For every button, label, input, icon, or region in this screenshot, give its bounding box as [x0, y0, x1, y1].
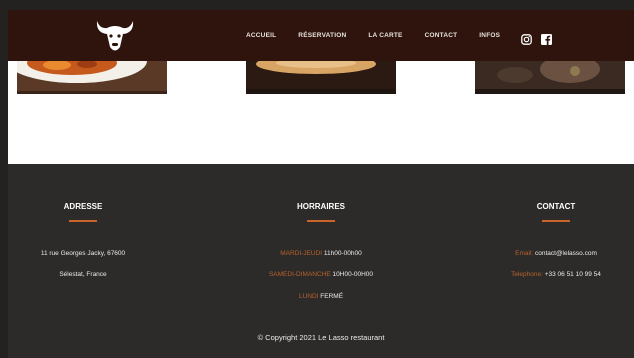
nav-infos[interactable]: INFOS [479, 32, 500, 39]
horaires-value: FERMÉ [320, 293, 344, 300]
window-frame-left [0, 0, 8, 358]
contact-phone-link[interactable]: +33 06 51 10 99 54 [545, 271, 601, 278]
contact-phone-row: Telephone: +33 06 51 10 99 54 [511, 271, 601, 278]
horaires-underline [307, 220, 335, 222]
gallery-section [8, 61, 634, 164]
site-header: ACCUEIL RÉSERVATION LA CARTE CONTACT INF… [8, 10, 634, 61]
contact-underline [542, 220, 570, 222]
nav-contact[interactable]: CONTACT [425, 32, 458, 39]
adresse-line-1: 11 rue Georges Jacky, 67600 [40, 250, 126, 257]
contact-email-label: Email: [515, 250, 534, 257]
horaires-label: LUNDI [298, 293, 319, 300]
nav-accueil[interactable]: ACCUEIL [246, 32, 276, 39]
main-nav: ACCUEIL RÉSERVATION LA CARTE CONTACT INF… [246, 10, 522, 61]
horaires-value: 10H00-00H00 [332, 271, 374, 278]
horaires-row: MARDI-JEUDI 11h00-00h00 [280, 250, 362, 257]
window-frame-top [0, 0, 634, 10]
facebook-icon[interactable] [541, 32, 552, 45]
contact-email-link[interactable]: contact@lelasso.com [535, 250, 597, 257]
contact-phone-label: Telephone: [511, 271, 543, 278]
nav-reservation[interactable]: RÉSERVATION [298, 32, 346, 39]
horaires-value: 11h00-00h00 [323, 250, 362, 257]
horaires-label: MARDI-JEUDI [280, 250, 323, 257]
contact-title: CONTACT [536, 202, 576, 211]
horaires-row: SAMEDI-DIMANCHE 10H00-00H00 [269, 271, 373, 278]
instagram-icon[interactable] [521, 32, 532, 45]
dish-photo-3[interactable] [475, 61, 625, 94]
copyright-text: © Copyright 2021 Le Lasso restaurant [257, 333, 385, 342]
horaires-row: LUNDI FERMÉ [299, 293, 343, 300]
site-footer: ADRESSE 11 rue Georges Jacky, 67600 Séle… [8, 164, 634, 358]
adresse-title: ADRESSE [63, 202, 103, 211]
dish-photo-1[interactable] [17, 61, 167, 94]
nav-la-carte[interactable]: LA CARTE [368, 32, 402, 39]
contact-email-row: Email: contact@lelasso.com [515, 250, 597, 257]
horaires-label: SAMEDI-DIMANCHE [268, 271, 331, 278]
bull-logo-icon[interactable] [94, 15, 136, 55]
dish-photo-2[interactable] [246, 61, 396, 94]
horaires-title: HORRAIRES [296, 202, 346, 211]
adresse-line-2: Sélestat, France [59, 271, 107, 278]
adresse-underline [69, 220, 97, 222]
